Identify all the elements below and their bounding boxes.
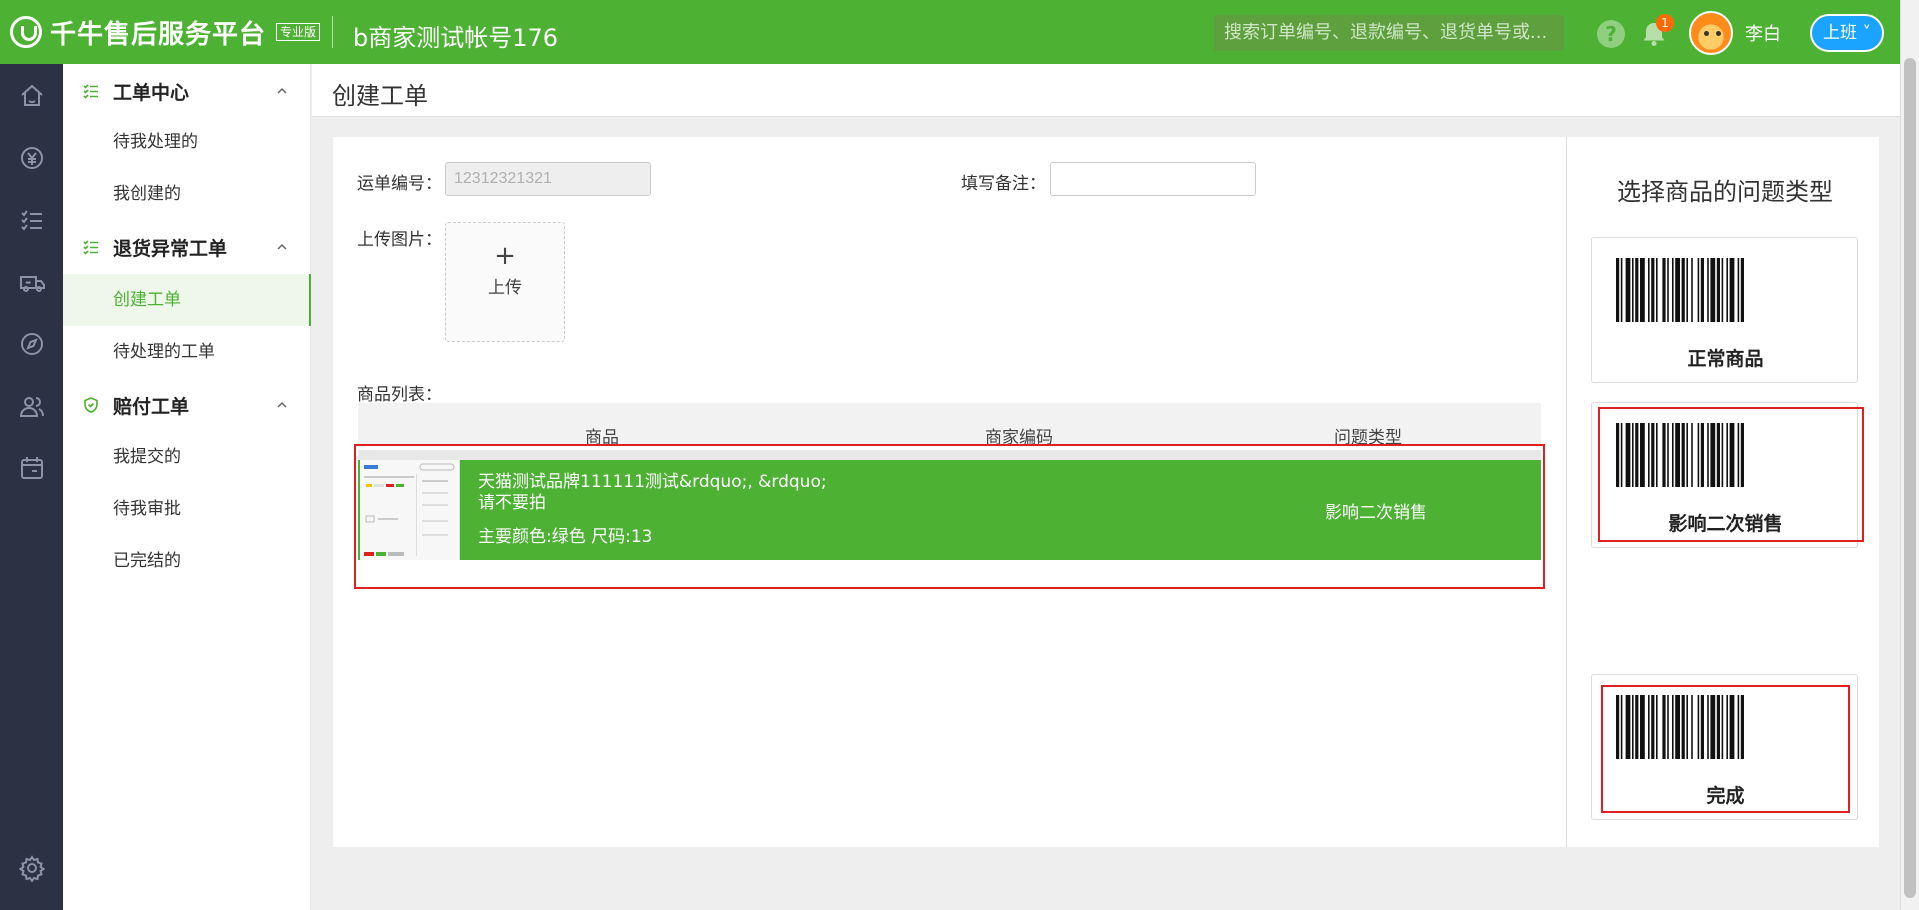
chevron-up-icon xyxy=(277,243,287,250)
sidebar-item-pending-orders[interactable]: 待处理的工单 xyxy=(63,326,311,378)
upload-image-button[interactable]: + 上传 xyxy=(445,222,565,342)
remark-field[interactable] xyxy=(1050,162,1256,196)
table-header: 商品 商家编码 问题类型 xyxy=(358,403,1541,448)
sidebar-group-compensation[interactable]: 赔付工单 xyxy=(63,382,311,428)
sidebar-item-completed[interactable]: 已完结的 xyxy=(63,535,311,587)
brand-title: 千牛售后服务平台 xyxy=(50,19,267,50)
remark-label: 填写备注： xyxy=(961,174,1046,194)
chevron-up-icon xyxy=(277,401,287,408)
users-icon[interactable] xyxy=(18,392,46,420)
page-title: 创建工单 xyxy=(332,82,428,110)
shield-icon xyxy=(84,397,98,413)
home-icon[interactable] xyxy=(18,82,46,110)
checklist-icon xyxy=(83,240,98,255)
brand[interactable]: 千牛售后服务平台 专业版 xyxy=(10,14,321,50)
waybill-label: 运单编号： xyxy=(357,174,442,194)
create-order-card: 运单编号： 12312321321 填写备注： 上传图片： + 上传 商品列表：… xyxy=(333,137,1879,847)
issue-option-normal[interactable]: 正常商品 xyxy=(1591,237,1858,383)
money-icon[interactable] xyxy=(18,144,46,172)
icon-rail xyxy=(0,64,63,910)
issue-panel-title: 选择商品的问题类型 xyxy=(1617,178,1833,206)
header-divider xyxy=(332,16,333,48)
plus-icon: + xyxy=(494,241,516,271)
brand-logo-icon xyxy=(10,16,42,48)
truck-icon[interactable] xyxy=(18,268,46,296)
chevron-up-icon xyxy=(277,87,287,94)
account-name: b商家测试帐号176 xyxy=(353,24,559,52)
sidebar-item-created-by-me[interactable]: 我创建的 xyxy=(63,168,311,220)
checklist-icon xyxy=(83,84,98,99)
sidebar: 工单中心 待我处理的 我创建的 退货异常工单 创建工单 待处理的工单 赔付工单 … xyxy=(63,64,311,910)
sidebar-group-work-orders[interactable]: 工单中心 xyxy=(63,68,311,114)
sidebar-item-pending-mine[interactable]: 待我处理的 xyxy=(63,116,311,168)
scrollbar-thumb[interactable] xyxy=(1904,58,1916,898)
sidebar-group-title: 工单中心 xyxy=(113,81,190,104)
settings-icon[interactable] xyxy=(18,854,46,883)
sidebar-item-create-order[interactable]: 创建工单 xyxy=(63,274,311,326)
help-icon[interactable]: ? xyxy=(1597,20,1625,48)
top-header: 千牛售后服务平台 专业版 b商家测试帐号176 搜索订单编号、退款编号、退货单号… xyxy=(0,0,1900,64)
shift-button[interactable]: 上班 ˅ xyxy=(1810,14,1884,52)
list-icon[interactable] xyxy=(18,206,46,234)
sidebar-group-return-exceptions[interactable]: 退货异常工单 xyxy=(63,224,311,270)
sidebar-group-title: 退货异常工单 xyxy=(113,237,228,260)
product-list-label: 商品列表： xyxy=(357,385,442,405)
chevron-down-icon: ˅ xyxy=(1857,23,1871,43)
avatar[interactable] xyxy=(1689,11,1733,55)
panel-divider xyxy=(1566,137,1567,847)
sidebar-item-submitted[interactable]: 我提交的 xyxy=(63,431,311,483)
upload-label: 上传图片： xyxy=(357,230,442,250)
calendar-icon[interactable] xyxy=(18,454,46,482)
page-scrollbar[interactable] xyxy=(1900,0,1919,910)
waybill-field[interactable]: 12312321321 xyxy=(445,162,651,196)
edition-badge: 专业版 xyxy=(276,23,321,41)
done-option-highlight xyxy=(1601,685,1850,813)
issue-option-label: 正常商品 xyxy=(1687,348,1764,370)
notification-badge: 1 xyxy=(1656,14,1674,32)
user-name[interactable]: 李白 xyxy=(1745,20,1781,46)
page-header: 创建工单 xyxy=(312,64,1900,117)
barcode-icon xyxy=(1616,258,1836,322)
sidebar-item-awaiting-approval[interactable]: 待我审批 xyxy=(63,483,311,535)
sidebar-group-title: 赔付工单 xyxy=(113,395,190,418)
upload-text: 上传 xyxy=(488,278,522,298)
selected-option-highlight xyxy=(1598,407,1864,542)
shift-button-label: 上班 xyxy=(1823,23,1858,43)
selected-row-highlight xyxy=(354,444,1545,589)
search-input[interactable]: 搜索订单编号、退款编号、退货单号或... xyxy=(1214,15,1564,51)
compass-icon[interactable] xyxy=(18,330,46,358)
